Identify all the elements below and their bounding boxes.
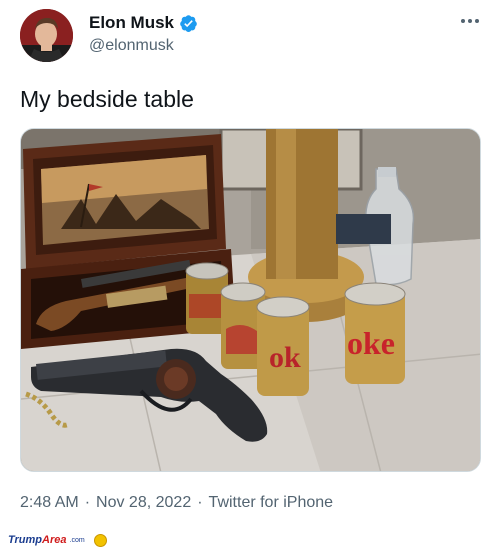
more-options-button[interactable] [459, 14, 481, 28]
svg-text:oke: oke [347, 325, 395, 361]
meta-separator: · [84, 494, 91, 511]
tweet: Elon Musk @elonmusk My bedside table ok … [0, 0, 500, 548]
photo-icon: ok oke [21, 129, 480, 471]
tweet-meta: 2:48 AM · Nov 28, 2022 · Twitter for iPh… [20, 494, 333, 512]
watermark: TrumpArea .com [8, 533, 107, 547]
watermark-suffix: .com [69, 536, 85, 544]
tweet-date[interactable]: Nov 28, 2022 [96, 494, 191, 512]
more-horizontal-icon-dot [468, 19, 472, 23]
author-name-row[interactable]: Elon Musk [89, 12, 198, 34]
watermark-brand: TrumpArea [8, 534, 67, 546]
watermark-brand-main: Trump [8, 534, 43, 546]
watermark-emoji-icon [93, 533, 107, 547]
profile-photo-icon [20, 9, 73, 62]
more-horizontal-icon-dot [475, 19, 479, 23]
meta-separator: · [197, 494, 203, 511]
watermark-brand-accent: Area [42, 534, 67, 546]
tweet-photo[interactable]: ok oke [20, 128, 481, 472]
svg-text:ok: ok [269, 341, 301, 374]
author-handle[interactable]: @elonmusk [89, 37, 174, 55]
more-horizontal-icon-dot [461, 19, 465, 23]
tweet-source[interactable]: Twitter for iPhone [209, 494, 334, 512]
tweet-text: My bedside table [20, 86, 194, 112]
verified-badge-icon [180, 14, 197, 32]
tweet-time[interactable]: 2:48 AM [20, 494, 79, 512]
display-name[interactable]: Elon Musk [89, 13, 174, 33]
avatar[interactable] [20, 9, 73, 62]
